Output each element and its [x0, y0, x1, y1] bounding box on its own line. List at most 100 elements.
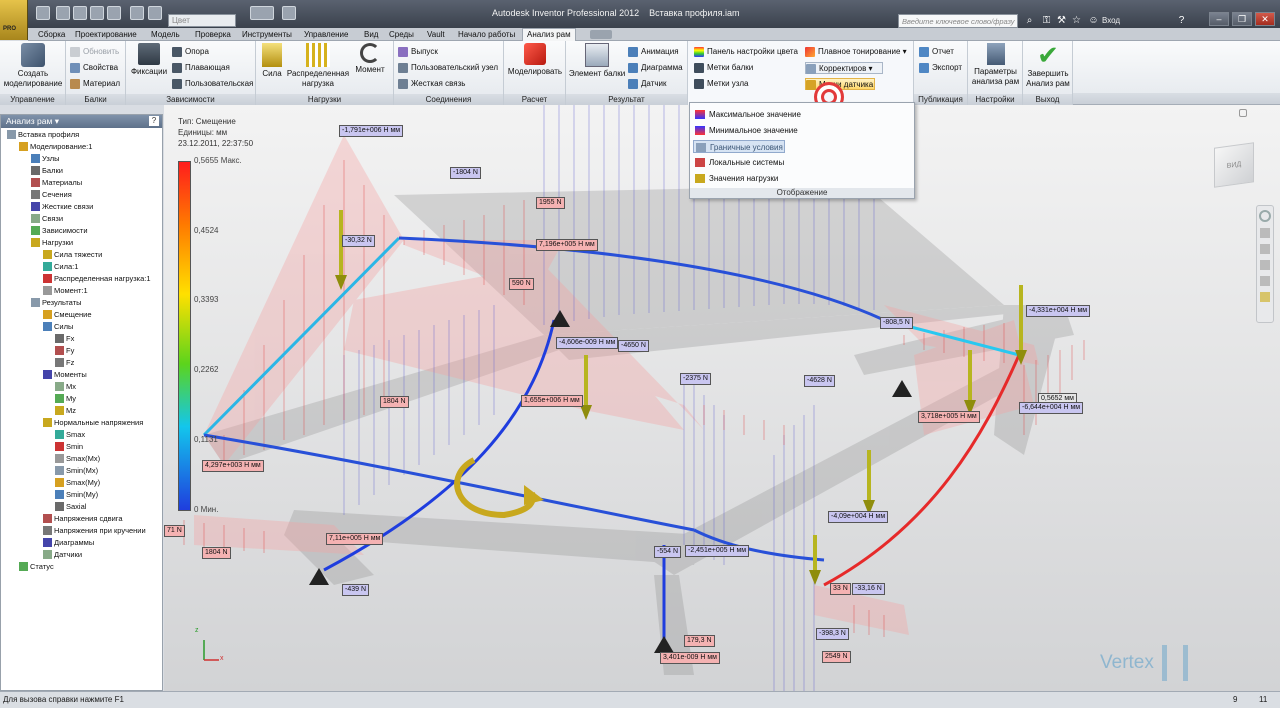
search-input[interactable]: Введите ключевое слово/фразу — [898, 14, 1018, 28]
login-link[interactable]: Вход — [1102, 16, 1120, 25]
tree-item[interactable]: Момент:1 — [43, 285, 88, 296]
menu-item-min-value[interactable]: Минимальное значение — [693, 124, 798, 137]
undo-icon[interactable] — [90, 6, 104, 20]
tree-item[interactable]: Статус — [19, 561, 54, 572]
line-style-icon[interactable] — [250, 6, 274, 20]
new-icon[interactable] — [36, 6, 50, 20]
simulate-button[interactable]: Моделировать — [506, 43, 564, 77]
tree-item[interactable]: Зависимости — [31, 225, 88, 236]
tree-item[interactable]: Smax(My) — [55, 477, 100, 488]
tab-getting-started[interactable]: Начало работы — [454, 29, 519, 40]
report-button[interactable]: Отчет — [919, 46, 954, 58]
help-icon[interactable]: ? — [149, 116, 159, 126]
home-icon[interactable] — [130, 6, 144, 20]
menu-item-boundary-conditions[interactable]: Граничные условия — [693, 140, 785, 153]
tree-item[interactable]: Вставка профиля — [7, 129, 79, 140]
binoculars-icon[interactable]: ⌕ — [1024, 15, 1035, 26]
custom-constraint-button[interactable]: Пользовательская — [172, 78, 253, 90]
star-icon[interactable]: ☆ — [1071, 15, 1082, 26]
tab-environments[interactable]: Среды — [385, 29, 418, 40]
tree-item[interactable]: Результаты — [31, 297, 82, 308]
tree-item[interactable]: Напряжения при кручении — [43, 525, 146, 536]
open-icon[interactable] — [56, 6, 70, 20]
release-button[interactable]: Выпуск — [398, 46, 438, 58]
tree-item[interactable]: Балки — [31, 165, 63, 176]
tree-item[interactable]: Mz — [55, 405, 76, 416]
tree-item[interactable]: Сечения — [31, 189, 72, 200]
tree-item[interactable]: Связи — [31, 213, 63, 224]
tools-icon[interactable]: ⚒ — [1056, 15, 1067, 26]
tree-item[interactable]: Диаграммы — [43, 537, 94, 548]
color-selector[interactable]: Цвет — [168, 14, 236, 27]
tree-item[interactable]: Узлы — [31, 153, 59, 164]
tree-item[interactable]: Датчики — [43, 549, 82, 560]
tree-item[interactable]: Сила:1 — [43, 261, 78, 272]
save-icon[interactable] — [73, 6, 87, 20]
select-icon[interactable] — [148, 6, 162, 20]
tree-item[interactable]: Fz — [55, 357, 74, 368]
menu-item-load-values[interactable]: Значения нагрузки — [693, 172, 778, 185]
tree-item[interactable]: Mx — [55, 381, 76, 392]
fixed-button[interactable]: Фиксации — [128, 43, 170, 77]
beam-labels-button[interactable]: Метки балки — [694, 62, 753, 74]
rigid-link-button[interactable]: Жесткая связь — [398, 78, 465, 90]
tree-item[interactable]: Нормальные напряжения — [43, 417, 143, 428]
user-icon[interactable]: ☺ — [1088, 15, 1099, 26]
floating-button[interactable]: Плавающая — [172, 62, 230, 74]
tab-vault[interactable]: Vault — [423, 29, 449, 40]
home-view-icon[interactable] — [1239, 109, 1247, 117]
minimize-button[interactable]: – — [1209, 12, 1229, 26]
properties-button[interactable]: Свойства — [70, 62, 118, 74]
close-button[interactable]: ✕ — [1255, 12, 1275, 26]
force-button[interactable]: Сила — [258, 43, 286, 79]
tab-view[interactable]: Вид — [360, 29, 382, 40]
tree-item[interactable]: Силы — [43, 321, 73, 332]
create-simulation-button[interactable]: Создать моделирование — [3, 43, 63, 89]
look-at-icon[interactable] — [1260, 276, 1270, 286]
distributed-load-button[interactable]: Распределенная нагрузка — [286, 43, 350, 89]
tab-model[interactable]: Модель — [147, 29, 184, 40]
zoom-icon[interactable] — [1260, 244, 1270, 254]
panel-toggle-icon[interactable] — [590, 30, 612, 39]
tree-item[interactable]: Жесткие связи — [31, 201, 93, 212]
tree-item[interactable]: Смещение — [43, 309, 92, 320]
tree-item[interactable]: Smin(Mx) — [55, 465, 98, 476]
tab-tools[interactable]: Инструменты — [238, 29, 296, 40]
tree-item[interactable]: Напряжения сдвига — [43, 513, 123, 524]
node-labels-button[interactable]: Метки узла — [694, 78, 749, 90]
tree-item[interactable]: Smin(My) — [55, 489, 98, 500]
inventor-logo[interactable]: PRO — [0, 0, 28, 40]
tree-item[interactable]: Fy — [55, 345, 74, 356]
update-icon[interactable] — [282, 6, 296, 20]
tree-item[interactable]: Распределенная нагрузка:1 — [43, 273, 151, 284]
tree-item[interactable]: Saxial — [55, 501, 86, 512]
animation-button[interactable]: Анимация — [628, 46, 679, 58]
browser-header[interactable]: Анализ рам ▾? — [1, 115, 162, 128]
pin-support-button[interactable]: Опора — [172, 46, 209, 58]
tree-item[interactable]: Smax — [55, 429, 85, 440]
moment-button[interactable]: Момент — [352, 43, 388, 75]
analysis-params-button[interactable]: Параметры анализа рам — [970, 43, 1021, 87]
menu-item-max-value[interactable]: Максимальное значение — [693, 108, 801, 121]
redo-icon[interactable] — [107, 6, 121, 20]
steering-wheel-icon[interactable] — [1259, 210, 1271, 222]
tab-assembly[interactable]: Сборка — [34, 29, 69, 40]
orbit-icon[interactable] — [1260, 260, 1270, 270]
view-cube[interactable]: ВИД — [1214, 142, 1254, 188]
tree-item[interactable]: My — [55, 393, 76, 404]
tree-item[interactable]: Материалы — [31, 177, 82, 188]
tree-item[interactable]: Моменты — [43, 369, 87, 380]
restore-button[interactable]: ❐ — [1232, 12, 1252, 26]
help-icon[interactable]: ? — [1176, 15, 1187, 26]
smooth-shading-button[interactable]: Плавное тонирование ▾ — [805, 46, 907, 58]
probe-button[interactable]: Датчик — [628, 78, 667, 90]
tab-inspect[interactable]: Проверка — [191, 29, 235, 40]
tab-manage[interactable]: Управление — [300, 29, 352, 40]
color-bar-button[interactable]: Панель настройки цвета — [694, 46, 798, 58]
tab-frame-analysis[interactable]: Анализ рам — [522, 28, 576, 42]
tree-item[interactable]: Smax(Mx) — [55, 453, 100, 464]
key-icon[interactable]: ⚿ — [1041, 15, 1052, 26]
tree-item[interactable]: Smin — [55, 441, 83, 452]
custom-node-button[interactable]: Пользовательский узел — [398, 62, 498, 74]
tree-item[interactable]: Fx — [55, 333, 74, 344]
